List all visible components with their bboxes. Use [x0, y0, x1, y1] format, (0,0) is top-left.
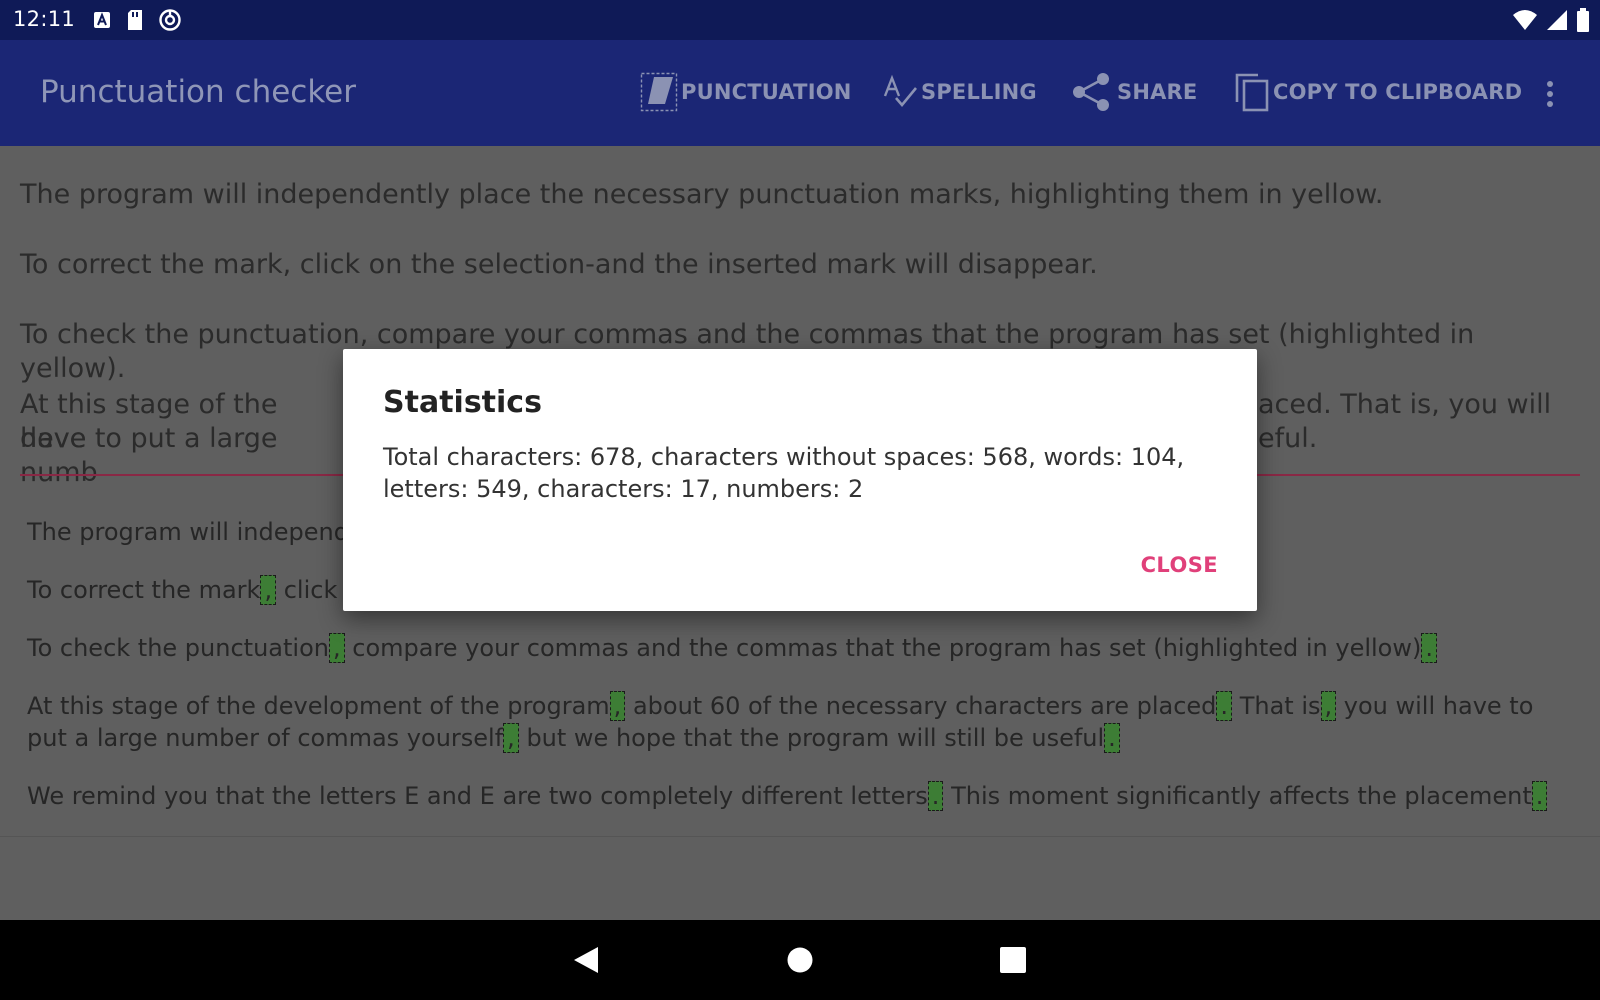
inserted-period-mark[interactable]: . [927, 781, 944, 811]
input-paragraph: To correct the mark, click on the select… [20, 249, 1098, 280]
result-text: click [283, 576, 338, 604]
share-button-label: SHARE [1117, 80, 1198, 104]
result-text: but we hope that the program will still … [526, 724, 1105, 752]
punctuation-button-label: PUNCTUATION [681, 80, 852, 104]
spelling-button[interactable]: SPELLING [882, 70, 1037, 114]
inserted-comma-mark[interactable]: , [609, 691, 626, 721]
status-system-icons [1512, 8, 1590, 32]
share-icon [1073, 73, 1109, 111]
result-text: That is [1239, 692, 1321, 720]
input-paragraph: The program will independently place the… [20, 179, 1384, 210]
spelling-button-label: SPELLING [921, 80, 1037, 104]
sync-icon [159, 9, 181, 31]
spelling-check-icon [883, 74, 918, 108]
app-title: Punctuation checker [40, 74, 356, 110]
text-a-notification-icon [94, 12, 110, 28]
navigation-bar [0, 920, 1600, 1000]
result-text: This moment significantly affects the pl… [951, 782, 1532, 810]
result-text: The program will independe [27, 518, 364, 546]
recents-icon [1000, 947, 1026, 973]
result-paragraph: At this stage of the development of the … [27, 690, 1577, 754]
input-paragraph: eful. [1258, 423, 1318, 454]
copy-to-clipboard-button[interactable]: COPY TO CLIPBOARD [1234, 70, 1522, 114]
input-paragraph: have to put a large numb [20, 423, 278, 488]
back-icon [574, 947, 598, 973]
copy-to-clipboard-label: COPY TO CLIPBOARD [1273, 80, 1523, 104]
statistics-dialog: Statistics Total characters: 678, charac… [343, 349, 1257, 611]
battery-icon [1577, 8, 1589, 32]
inserted-comma-mark[interactable]: , [1320, 691, 1337, 721]
share-button[interactable]: SHARE [1070, 70, 1197, 114]
dialog-title: Statistics [383, 385, 542, 420]
punctuation-icon [640, 72, 678, 112]
inserted-period-mark[interactable]: . [1531, 781, 1548, 811]
result-text: At this stage of the development of the … [27, 692, 610, 720]
home-button[interactable] [780, 940, 820, 980]
back-button[interactable] [566, 940, 606, 980]
inserted-comma-mark[interactable]: , [503, 723, 519, 753]
overflow-menu-button[interactable] [1536, 76, 1564, 112]
result-text: We remind you that the letters E and E a… [27, 782, 928, 810]
input-paragraph: aced. That is, you will [1258, 389, 1552, 420]
result-text: To correct the mark [27, 576, 261, 604]
home-icon [787, 947, 813, 973]
inserted-period-mark[interactable]: . [1421, 633, 1437, 663]
cellular-signal-icon [1547, 10, 1567, 30]
app-bar: Punctuation checker PUNCTUATION SPELLING… [0, 40, 1600, 146]
status-bar: 12:11 [0, 0, 1600, 40]
result-paragraph: We remind you that the letters E and E a… [27, 780, 1577, 812]
status-time: 12:11 [13, 7, 76, 31]
content-bottom-divider [0, 836, 1600, 837]
inserted-period-mark[interactable]: . [1104, 723, 1120, 753]
result-text: about 60 of the necessary characters are… [632, 692, 1217, 720]
recents-button[interactable] [993, 940, 1033, 980]
result-text: compare your commas and the commas that … [352, 634, 1422, 662]
dialog-body: Total characters: 678, characters withou… [383, 443, 1185, 503]
result-text: To check the punctuation [27, 634, 329, 662]
close-button[interactable]: CLOSE [1141, 553, 1218, 577]
punctuation-button[interactable]: PUNCTUATION [640, 70, 852, 114]
wifi-icon [1513, 10, 1537, 30]
copy-icon [1235, 73, 1269, 112]
inserted-comma-mark[interactable]: , [260, 575, 277, 605]
more-vertical-icon [1547, 81, 1553, 107]
status-notification-icons [92, 8, 182, 32]
inserted-period-mark[interactable]: . [1216, 691, 1233, 721]
inserted-comma-mark[interactable]: , [328, 633, 345, 663]
result-paragraph: To check the punctuation, compare your c… [27, 632, 1577, 664]
sd-card-icon [128, 10, 142, 30]
